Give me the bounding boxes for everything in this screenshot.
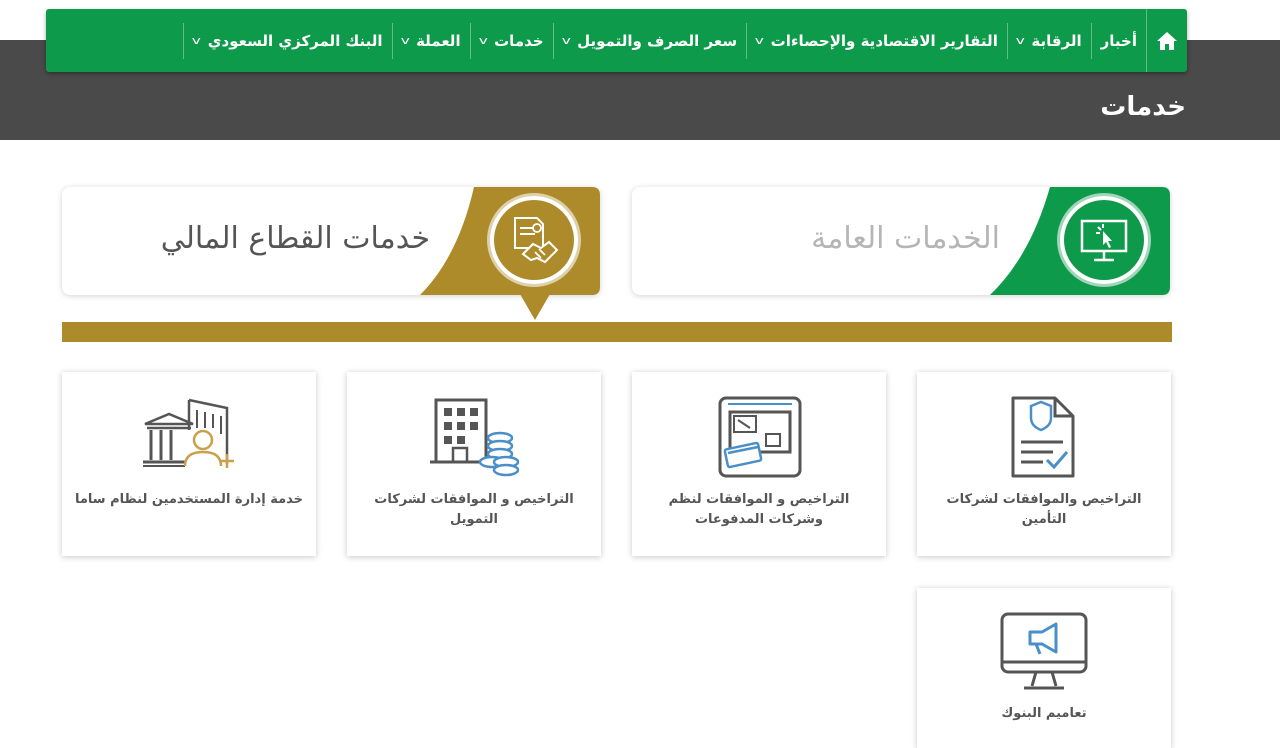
service-card-insurance[interactable]: التراخيص والموافقات لشركات التأمين xyxy=(917,372,1171,556)
nav-item-supervision[interactable]: الرقابة v xyxy=(1006,22,1091,59)
service-card-finance-companies[interactable]: التراخيص و الموافقات لشركات التمويل xyxy=(347,372,601,556)
tab-general-services[interactable]: الخدمات العامة xyxy=(632,187,1170,295)
tab-icon-circle xyxy=(1060,196,1148,284)
bank-add-user-icon xyxy=(143,398,234,468)
service-card-label: تعاميم البنوك xyxy=(1001,706,1087,721)
tab-label: الخدمات العامة xyxy=(811,221,1000,256)
nav-item-reports[interactable]: التقارير الاقتصادية والإحصاءات v xyxy=(746,22,1007,59)
service-card-label: التراخيص و الموافقات لشركات التمويل xyxy=(374,492,574,527)
main-nav: أخبار الرقابة v التقارير الاقتصادية والإح… xyxy=(46,9,1187,72)
nav-item-exchange[interactable]: سعر الصرف والتمويل v xyxy=(552,22,747,59)
tab-label: خدمات القطاع المالي xyxy=(160,221,430,256)
page-title: خدمات xyxy=(1100,92,1186,122)
tab-icon-circle xyxy=(490,196,578,284)
nav-item-services[interactable]: خدمات v xyxy=(469,22,553,59)
home-button[interactable] xyxy=(1146,9,1187,72)
handshake-document-icon xyxy=(514,217,559,264)
insurance-document-icon xyxy=(1011,396,1075,478)
selected-tab-pointer xyxy=(520,294,550,320)
nav-item-news[interactable]: أخبار xyxy=(1090,22,1146,59)
service-card-payments[interactable]: التراخيص و الموافقات لنظم وشركات المدفوع… xyxy=(632,372,886,556)
computer-click-icon xyxy=(1080,219,1128,262)
service-card-label: خدمة إدارة المستخدمين لنظام ساما xyxy=(74,492,304,507)
tab-financial-sector-services[interactable]: خدمات القطاع المالي xyxy=(62,187,600,295)
section-divider-bar xyxy=(62,322,1172,342)
chevron-down-icon: v xyxy=(400,34,410,47)
payment-terminal-icon xyxy=(718,396,802,478)
service-card-bank-circulars[interactable]: تعاميم البنوك xyxy=(917,588,1171,748)
nav-item-currency[interactable]: العملة v xyxy=(391,22,470,59)
chevron-down-icon: v xyxy=(754,34,764,47)
chevron-down-icon: v xyxy=(1015,34,1025,47)
home-icon xyxy=(1157,31,1177,50)
service-card-label: التراخيص و الموافقات لنظم وشركات المدفوع… xyxy=(668,492,850,527)
chevron-down-icon: v xyxy=(191,34,202,47)
service-card-label: التراخيص والموافقات لشركات التأمين xyxy=(946,492,1142,527)
service-card-user-management[interactable]: خدمة إدارة المستخدمين لنظام ساما xyxy=(62,372,316,556)
nav-item-central-bank[interactable]: البنك المركزي السعودي v xyxy=(183,22,391,59)
chevron-down-icon: v xyxy=(561,34,571,47)
monitor-megaphone-icon xyxy=(1000,612,1088,690)
chevron-down-icon: v xyxy=(478,34,488,47)
building-coins-icon xyxy=(430,398,520,477)
